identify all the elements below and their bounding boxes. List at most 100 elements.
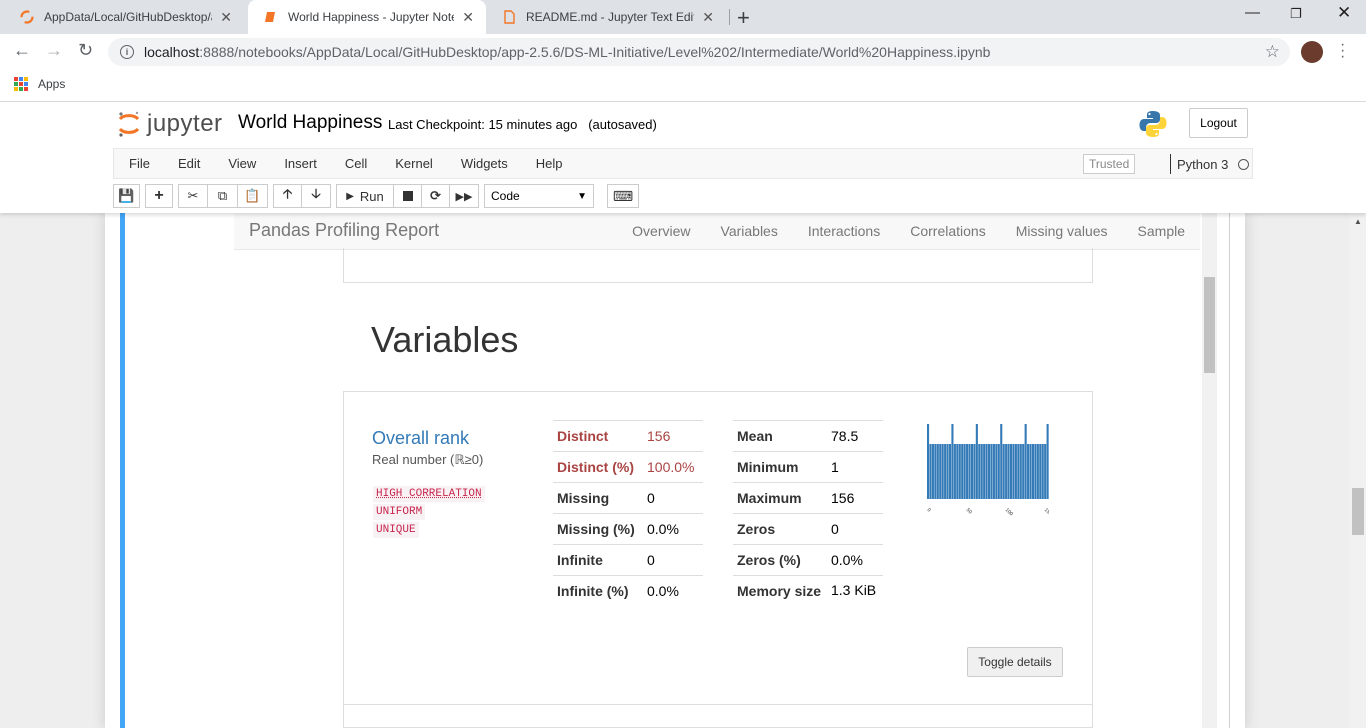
table-row: Mean 78.5 bbox=[733, 420, 883, 452]
copy-button[interactable]: ⧉ bbox=[208, 184, 238, 208]
cell-type-select[interactable]: Code ▼ bbox=[484, 184, 594, 208]
profiling-report-title[interactable]: Pandas Profiling Report bbox=[249, 220, 439, 241]
histogram-bar bbox=[944, 444, 947, 499]
menu-file[interactable]: File bbox=[114, 156, 162, 171]
insert-cell-button[interactable]: + bbox=[145, 184, 173, 208]
variable-name[interactable]: Overall rank bbox=[372, 428, 469, 449]
save-button[interactable]: 💾 bbox=[113, 184, 140, 208]
tab-world-happiness[interactable]: World Happiness - Jupyter Noteb ✕ bbox=[248, 0, 486, 34]
close-tab-icon[interactable]: ✕ bbox=[462, 9, 474, 26]
stat-label: Missing bbox=[553, 482, 643, 514]
document-favicon-icon bbox=[504, 10, 515, 24]
histogram-tick-label: 150 bbox=[1043, 507, 1049, 517]
tab-readme[interactable]: README.md - Jupyter Text Editor ✕ bbox=[486, 0, 726, 34]
stats-table-left: Distinct 156 Distinct (%) 100.0% Missing 0 … bbox=[553, 420, 703, 607]
stat-label: Mean bbox=[733, 420, 827, 452]
variable-alerts: HIGH CORRELATION UNIFORM UNIQUE bbox=[373, 486, 485, 540]
interrupt-button[interactable] bbox=[394, 184, 422, 208]
apps-label: Apps bbox=[38, 77, 66, 91]
histogram-bar bbox=[978, 444, 981, 499]
alert-badge[interactable]: HIGH CORRELATION bbox=[373, 486, 485, 502]
kernel-name: Python 3 bbox=[1177, 156, 1229, 172]
minimize-window-icon[interactable]: — bbox=[1245, 4, 1260, 21]
histogram-bar bbox=[992, 444, 995, 499]
table-row: Infinite 0 bbox=[553, 544, 703, 576]
checkpoint-text: Last Checkpoint: 15 minutes ago bbox=[388, 117, 578, 132]
profiling-navbar: Pandas Profiling Report Overview Variabl… bbox=[234, 213, 1200, 250]
nav-missing-values[interactable]: Missing values bbox=[1016, 223, 1108, 239]
bookmark-star-icon[interactable]: ☆ bbox=[1265, 42, 1280, 62]
cut-button[interactable]: ✂ bbox=[178, 184, 208, 208]
restart-button[interactable]: ⟳ bbox=[422, 184, 450, 208]
tab-github-desktop[interactable]: AppData/Local/GitHubDesktop/a ✕ bbox=[4, 0, 244, 34]
menu-widgets[interactable]: Widgets bbox=[445, 156, 520, 171]
histogram-bar bbox=[1044, 444, 1047, 499]
table-row: Infinite (%) 0.0% bbox=[553, 575, 703, 607]
close-tab-icon[interactable]: ✕ bbox=[220, 9, 232, 26]
reload-icon[interactable]: ↻ bbox=[78, 40, 93, 61]
stat-label: Distinct (%) bbox=[553, 451, 643, 483]
menu-cell[interactable]: Cell bbox=[329, 156, 379, 171]
stat-value: 0 bbox=[643, 482, 703, 514]
nav-interactions[interactable]: Interactions bbox=[808, 223, 880, 239]
histogram-bar bbox=[1000, 424, 1003, 499]
histogram-bar bbox=[1041, 444, 1044, 499]
notebook-name[interactable]: World Happiness bbox=[238, 112, 382, 134]
table-row: Zeros 0 bbox=[733, 513, 883, 545]
page-scrollbar-thumb[interactable] bbox=[1352, 488, 1364, 535]
menu-help[interactable]: Help bbox=[520, 156, 575, 171]
url-field[interactable]: i localhost:8888/notebooks/AppData/Local… bbox=[108, 38, 1290, 66]
tab-separator bbox=[729, 9, 730, 25]
page-scrollbar[interactable]: ▲ bbox=[1350, 213, 1366, 728]
apps-shortcut[interactable]: Apps bbox=[14, 77, 65, 91]
nav-correlations[interactable]: Correlations bbox=[910, 223, 985, 239]
logout-button[interactable]: Logout bbox=[1189, 108, 1248, 138]
scroll-up-icon[interactable]: ▲ bbox=[1354, 217, 1362, 226]
browser-menu-icon[interactable]: · · · bbox=[1340, 37, 1345, 65]
output-scrollbar[interactable] bbox=[1202, 213, 1217, 728]
histogram-tick-label: 100 bbox=[1004, 507, 1014, 517]
histogram-tick-label: 50 bbox=[965, 507, 973, 515]
stat-value: 156 bbox=[643, 420, 703, 452]
trusted-badge[interactable]: Trusted bbox=[1083, 154, 1136, 174]
jupyter-logo-text: jupyter bbox=[147, 110, 223, 137]
move-up-button[interactable]: 🡡 bbox=[273, 184, 302, 208]
table-row: Maximum 156 bbox=[733, 482, 883, 514]
toggle-details-button[interactable]: Toggle details bbox=[967, 647, 1063, 677]
histogram-bar bbox=[995, 444, 998, 499]
restart-run-all-button[interactable]: ▶▶ bbox=[450, 184, 479, 208]
menu-kernel[interactable]: Kernel bbox=[379, 156, 445, 171]
run-button[interactable]: ▶ Run bbox=[336, 184, 394, 208]
histogram-bar bbox=[975, 424, 978, 499]
histogram-bar bbox=[1036, 444, 1039, 499]
site-info-icon[interactable]: i bbox=[120, 45, 134, 59]
move-down-button[interactable]: 🡣 bbox=[302, 184, 331, 208]
histogram-bar bbox=[961, 444, 964, 499]
jupyter-logo[interactable]: jupyter bbox=[117, 110, 223, 138]
output-scrollbar-thumb[interactable] bbox=[1204, 277, 1215, 373]
stat-value: 0.0% bbox=[643, 513, 703, 545]
menu-edit[interactable]: Edit bbox=[162, 156, 212, 171]
back-arrow-icon[interactable]: ← bbox=[13, 40, 31, 61]
restore-window-icon[interactable]: ❐ bbox=[1290, 6, 1302, 22]
close-window-icon[interactable]: ✕ bbox=[1337, 3, 1351, 23]
notebook-area: Pandas Profiling Report Overview Variabl… bbox=[0, 213, 1350, 728]
profiling-nav-links: Overview Variables Interactions Correlat… bbox=[617, 213, 1200, 250]
checkpoint-status: Last Checkpoint: 15 minutes ago (autosav… bbox=[388, 117, 657, 132]
paste-button[interactable]: 📋 bbox=[238, 184, 268, 208]
forward-arrow-icon[interactable]: → bbox=[45, 40, 63, 61]
tab-title: AppData/Local/GitHubDesktop/a bbox=[44, 10, 213, 24]
nav-sample[interactable]: Sample bbox=[1138, 223, 1185, 239]
command-palette-button[interactable]: ⌨ bbox=[607, 184, 639, 208]
new-tab-button[interactable]: + bbox=[737, 5, 750, 31]
table-row: Memory size 1.3 KiB bbox=[733, 575, 883, 607]
menu-view[interactable]: View bbox=[212, 156, 268, 171]
nav-overview[interactable]: Overview bbox=[632, 223, 690, 239]
menu-insert[interactable]: Insert bbox=[268, 156, 329, 171]
close-tab-icon[interactable]: ✕ bbox=[702, 9, 714, 26]
histogram-bar bbox=[966, 444, 969, 499]
histogram-bar bbox=[1027, 444, 1030, 499]
stat-label: Distinct bbox=[553, 420, 643, 452]
profile-avatar[interactable] bbox=[1301, 41, 1323, 63]
nav-variables[interactable]: Variables bbox=[721, 223, 778, 239]
